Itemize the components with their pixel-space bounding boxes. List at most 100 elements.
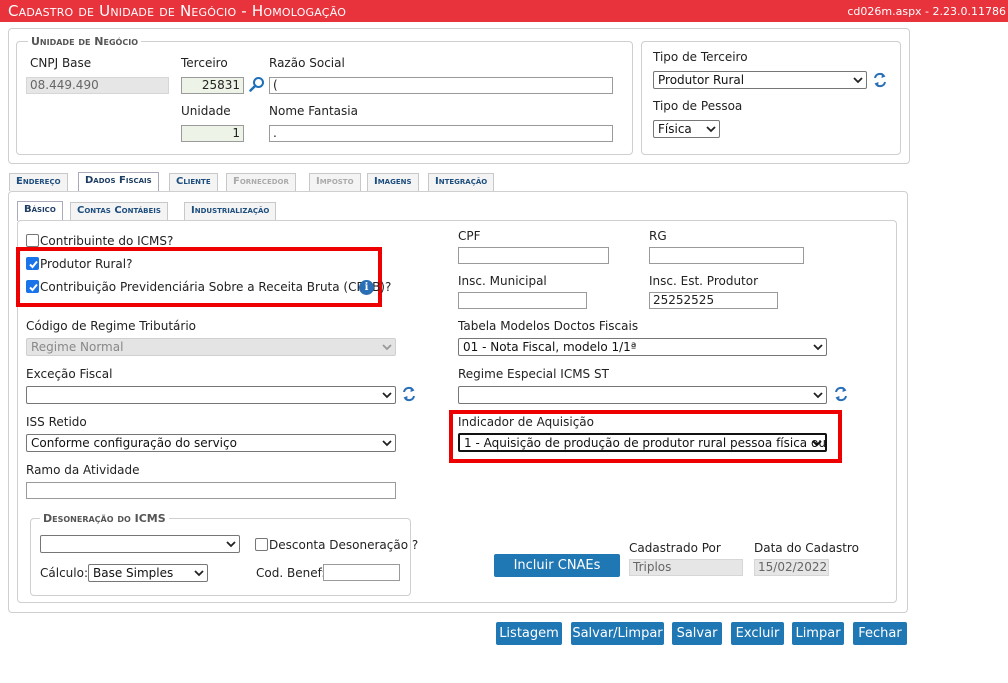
data-cadastro-label: Data do Cadastro xyxy=(754,541,859,555)
chevron-down-icon xyxy=(813,344,823,351)
unidade-field[interactable]: 1 xyxy=(181,125,244,142)
tipo-terceiro-label: Tipo de Terceiro xyxy=(653,50,748,64)
tipo-pessoa-label: Tipo de Pessoa xyxy=(653,99,743,113)
chevron-down-icon xyxy=(813,392,823,399)
ramo-field[interactable] xyxy=(26,482,396,499)
cpf-label: CPF xyxy=(458,229,481,243)
insc-est-produtor-field[interactable]: 25252525 xyxy=(649,292,778,309)
terceiro-field[interactable]: 25831 xyxy=(181,77,244,94)
search-icon[interactable] xyxy=(249,76,265,92)
tipo-terceiro-value: Produtor Rural xyxy=(658,73,745,87)
regime-especial-select[interactable] xyxy=(458,386,827,404)
title-bar: Cadastro de Unidade de Negócio - Homolog… xyxy=(0,0,1008,22)
regime-value: Regime Normal xyxy=(31,340,124,354)
salvar-limpar-button[interactable]: Salvar/Limpar xyxy=(571,622,664,645)
chevron-down-icon xyxy=(382,440,392,447)
iss-label: ISS Retido xyxy=(26,415,87,429)
regime-label: Código de Regime Tributário xyxy=(26,319,197,333)
terceiro-label: Terceiro xyxy=(181,56,228,70)
tipo-terceiro-select[interactable]: Produtor Rural xyxy=(653,71,867,89)
tipo-pessoa-select[interactable]: Física xyxy=(653,120,720,138)
refresh-icon[interactable] xyxy=(402,386,416,402)
tab-endereco[interactable]: Endereço xyxy=(9,173,68,191)
desconta-desoneracao-checkbox[interactable] xyxy=(255,538,268,551)
chevron-down-icon xyxy=(812,440,822,447)
calculo-value: Base Simples xyxy=(93,566,174,580)
tab-contas-contabeis[interactable]: Contas Contábeis xyxy=(70,202,168,220)
indicador-aquisicao-value: 1 - Aquisição de produção de produtor ru… xyxy=(464,436,827,450)
version-label: cd026m.aspx - 2.23.0.11786 xyxy=(847,5,1006,18)
calculo-select[interactable]: Base Simples xyxy=(88,564,208,582)
window-title: Cadastro de Unidade de Negócio - Homolog… xyxy=(8,2,347,20)
fantasia-label: Nome Fantasia xyxy=(269,104,358,118)
desoneracao-legend: Desoneração do ICMS xyxy=(40,512,169,525)
insc-municipal-label: Insc. Municipal xyxy=(458,274,547,288)
tipo-pessoa-value: Física xyxy=(658,122,692,136)
tab-dados-fiscais[interactable]: Dados Fiscais xyxy=(78,172,159,192)
desconta-desoneracao-label: Desconta Desoneração ? xyxy=(269,538,419,552)
iss-value: Conforme configuração do serviço xyxy=(31,436,237,450)
refresh-icon[interactable] xyxy=(834,386,848,402)
tab-integracao[interactable]: Integração xyxy=(428,173,495,191)
indicador-aquisicao-label: Indicador de Aquisição xyxy=(458,415,595,429)
listagem-button[interactable]: Listagem xyxy=(496,622,562,645)
produtor-rural-checkbox[interactable] xyxy=(26,257,39,270)
tab-basico[interactable]: Básico xyxy=(17,201,63,221)
refresh-icon[interactable] xyxy=(873,72,887,88)
cadastrado-por-label: Cadastrado Por xyxy=(629,541,721,555)
cod-benef-field[interactable] xyxy=(323,564,400,581)
chevron-down-icon xyxy=(706,126,716,133)
tab-imagens[interactable]: Imagens xyxy=(367,173,419,191)
cod-benef-label: Cod. Benef: xyxy=(256,566,326,580)
insc-est-produtor-label: Insc. Est. Produtor xyxy=(649,274,759,288)
cpf-field[interactable] xyxy=(458,247,609,264)
check-icon xyxy=(29,283,38,292)
iss-select[interactable]: Conforme configuração do serviço xyxy=(26,434,396,452)
rg-label: RG xyxy=(649,229,667,243)
fechar-button[interactable]: Fechar xyxy=(853,622,907,645)
desoneracao-fieldset xyxy=(30,518,411,596)
cadastrado-por-field: Triplos xyxy=(629,559,743,576)
cnpj-label: CNPJ Base xyxy=(30,56,92,70)
excecao-select[interactable] xyxy=(26,386,396,404)
tabela-modelos-value: 01 - Nota Fiscal, modelo 1/1ª xyxy=(463,340,637,354)
excluir-button[interactable]: Excluir xyxy=(731,622,784,645)
fantasia-field[interactable]: . xyxy=(269,125,613,142)
tabela-modelos-label: Tabela Modelos Doctos Fiscais xyxy=(458,319,639,333)
chevron-down-icon xyxy=(382,392,392,399)
indicador-aquisicao-select[interactable]: 1 - Aquisição de produção de produtor ru… xyxy=(458,433,827,452)
chevron-down-icon xyxy=(853,77,863,84)
unidade-legend: Unidade de Negócio xyxy=(28,35,141,48)
produtor-rural-label: Produtor Rural? xyxy=(40,257,133,271)
highlight-box-checkboxes xyxy=(16,247,382,307)
check-icon xyxy=(29,260,38,269)
contribuinte-icms-label: Contribuinte do ICMS? xyxy=(40,234,174,248)
cnpj-field[interactable]: 08.449.490 xyxy=(26,77,169,94)
tab-cliente[interactable]: Cliente xyxy=(169,173,218,191)
cprb-label: Contribuição Previdenciária Sobre a Rece… xyxy=(40,280,392,294)
chevron-down-icon xyxy=(194,570,204,577)
cprb-checkbox[interactable] xyxy=(26,280,39,293)
chevron-down-icon xyxy=(382,344,392,351)
contribuinte-icms-checkbox[interactable] xyxy=(26,234,39,247)
salvar-button[interactable]: Salvar xyxy=(672,622,722,645)
excecao-label: Exceção Fiscal xyxy=(26,367,113,381)
data-cadastro-field: 15/02/2022 xyxy=(754,559,829,576)
desoneracao-select[interactable] xyxy=(40,535,240,553)
tab-industrializacao[interactable]: Industrialização xyxy=(184,202,277,220)
unidade-label: Unidade xyxy=(181,104,231,118)
calculo-label: Cálculo: xyxy=(40,566,88,580)
tab-fornecedor[interactable]: Fornecedor xyxy=(226,173,296,191)
rg-field[interactable] xyxy=(649,247,804,264)
info-icon[interactable]: i xyxy=(359,280,374,295)
limpar-button[interactable]: Limpar xyxy=(792,622,844,645)
razao-field[interactable]: ( xyxy=(269,77,613,94)
regime-select[interactable]: Regime Normal xyxy=(26,338,396,356)
tabela-modelos-select[interactable]: 01 - Nota Fiscal, modelo 1/1ª xyxy=(458,338,827,356)
chevron-down-icon xyxy=(226,541,236,548)
incluir-cnaes-button[interactable]: Incluir CNAEs xyxy=(494,554,620,577)
regime-especial-label: Regime Especial ICMS ST xyxy=(458,367,609,381)
razao-label: Razão Social xyxy=(269,56,345,70)
tab-imposto[interactable]: Imposto xyxy=(309,173,361,191)
insc-municipal-field[interactable] xyxy=(458,292,587,309)
